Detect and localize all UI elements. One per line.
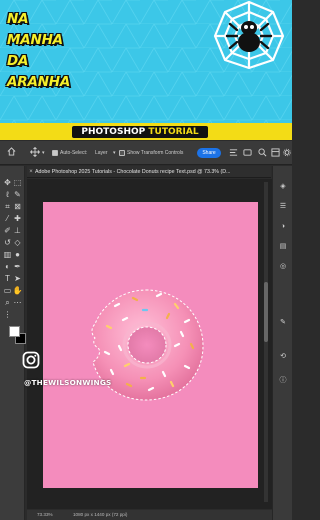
creator-handle: @THEWILSONWINGS: [24, 378, 112, 387]
libraries-panel-icon[interactable]: ▤: [278, 242, 288, 252]
brand-line-4: ARANHA: [7, 74, 71, 90]
auto-select-target-dropdown[interactable]: Layer: [95, 150, 108, 156]
document-tab-title: Adobe Photoshop 2025 Tutorials - Chocola…: [35, 169, 231, 175]
show-transform-controls-checkbox[interactable]: [119, 150, 125, 156]
artboard-tool-icon[interactable]: ⬚: [12, 178, 23, 188]
search-icon[interactable]: [258, 148, 267, 157]
spot-healing-brush-icon[interactable]: ✚: [12, 214, 23, 224]
edit-toolbar-icon[interactable]: ⋮: [2, 310, 13, 320]
info-panel-icon[interactable]: ⓘ: [278, 376, 288, 386]
quick-selection-tool-icon[interactable]: ✎: [12, 190, 23, 200]
title-accent: TUTORIAL: [148, 127, 199, 137]
pen-tool-icon[interactable]: ✒: [12, 262, 23, 272]
brand-line-3: DA: [7, 53, 29, 69]
3d-mode-icon[interactable]: [243, 148, 252, 157]
tutorial-title: PHOTOSHOP TUTORIAL: [72, 126, 208, 138]
layers-panel-icon[interactable]: ◈: [278, 182, 288, 192]
align-icon[interactable]: [229, 148, 238, 157]
document-size: 1080 px x 1440 px (72 ppi): [73, 512, 128, 517]
options-bar: ▾ Auto-Select: Layer ▾ Show Transform Co…: [0, 141, 292, 165]
brand-line-2: MANHA: [7, 32, 63, 48]
paths-panel-icon[interactable]: ✎: [278, 318, 288, 328]
auto-select-checkbox[interactable]: [52, 150, 58, 156]
frame-tool-icon[interactable]: ⊠: [12, 202, 23, 212]
move-icon[interactable]: [30, 147, 40, 157]
vertical-scrollbar[interactable]: [264, 182, 268, 502]
workspace-icon[interactable]: [271, 148, 280, 157]
more-tools-icon[interactable]: ⋯: [12, 298, 23, 308]
channel-banner: NA MANHA DA ARANHA: [0, 0, 292, 123]
clone-stamp-icon[interactable]: ⊥: [12, 226, 23, 236]
status-bar: 73.33% 1080 px x 1440 px (72 ppi): [27, 510, 272, 520]
adjustments-panel-icon[interactable]: ◑: [278, 222, 288, 232]
hand-tool-icon[interactable]: ✋: [12, 286, 23, 296]
properties-panel-icon[interactable]: ☰: [278, 202, 288, 212]
foreground-color-swatch[interactable]: [9, 326, 20, 337]
instagram-icon: [22, 351, 40, 369]
close-icon[interactable]: ×: [27, 166, 35, 178]
spider-web-icon: [213, 0, 285, 70]
channels-panel-icon[interactable]: ◎: [278, 262, 288, 272]
scrollbar-thumb[interactable]: [264, 282, 268, 342]
blur-tool-icon[interactable]: ●: [12, 250, 23, 260]
home-icon[interactable]: [7, 147, 16, 156]
share-button[interactable]: Share: [197, 148, 221, 158]
title-main: PHOTOSHOP: [81, 127, 146, 137]
chevron-down-icon: ▾: [113, 150, 116, 156]
settings-icon[interactable]: [283, 148, 291, 157]
show-transform-controls-label: Show Transform Controls: [127, 150, 184, 156]
document-tab[interactable]: × Adobe Photoshop 2025 Tutorials - Choco…: [27, 166, 271, 178]
zoom-level[interactable]: 73.33%: [37, 510, 53, 520]
history-panel-icon[interactable]: ⟲: [278, 352, 288, 362]
eraser-tool-icon[interactable]: ◇: [12, 238, 23, 248]
brand-line-1: NA: [7, 11, 29, 27]
panel-dock: ◈ ☰ ◑ ▤ ◎ ✎ ⟲ ⓘ: [272, 166, 292, 520]
channel-brand-text: NA MANHA DA ARANHA: [7, 9, 70, 93]
path-selection-icon[interactable]: ➤: [12, 274, 23, 284]
tool-preset-chevron-icon[interactable]: ▾: [42, 149, 45, 157]
auto-select-label: Auto-Select:: [60, 150, 88, 156]
